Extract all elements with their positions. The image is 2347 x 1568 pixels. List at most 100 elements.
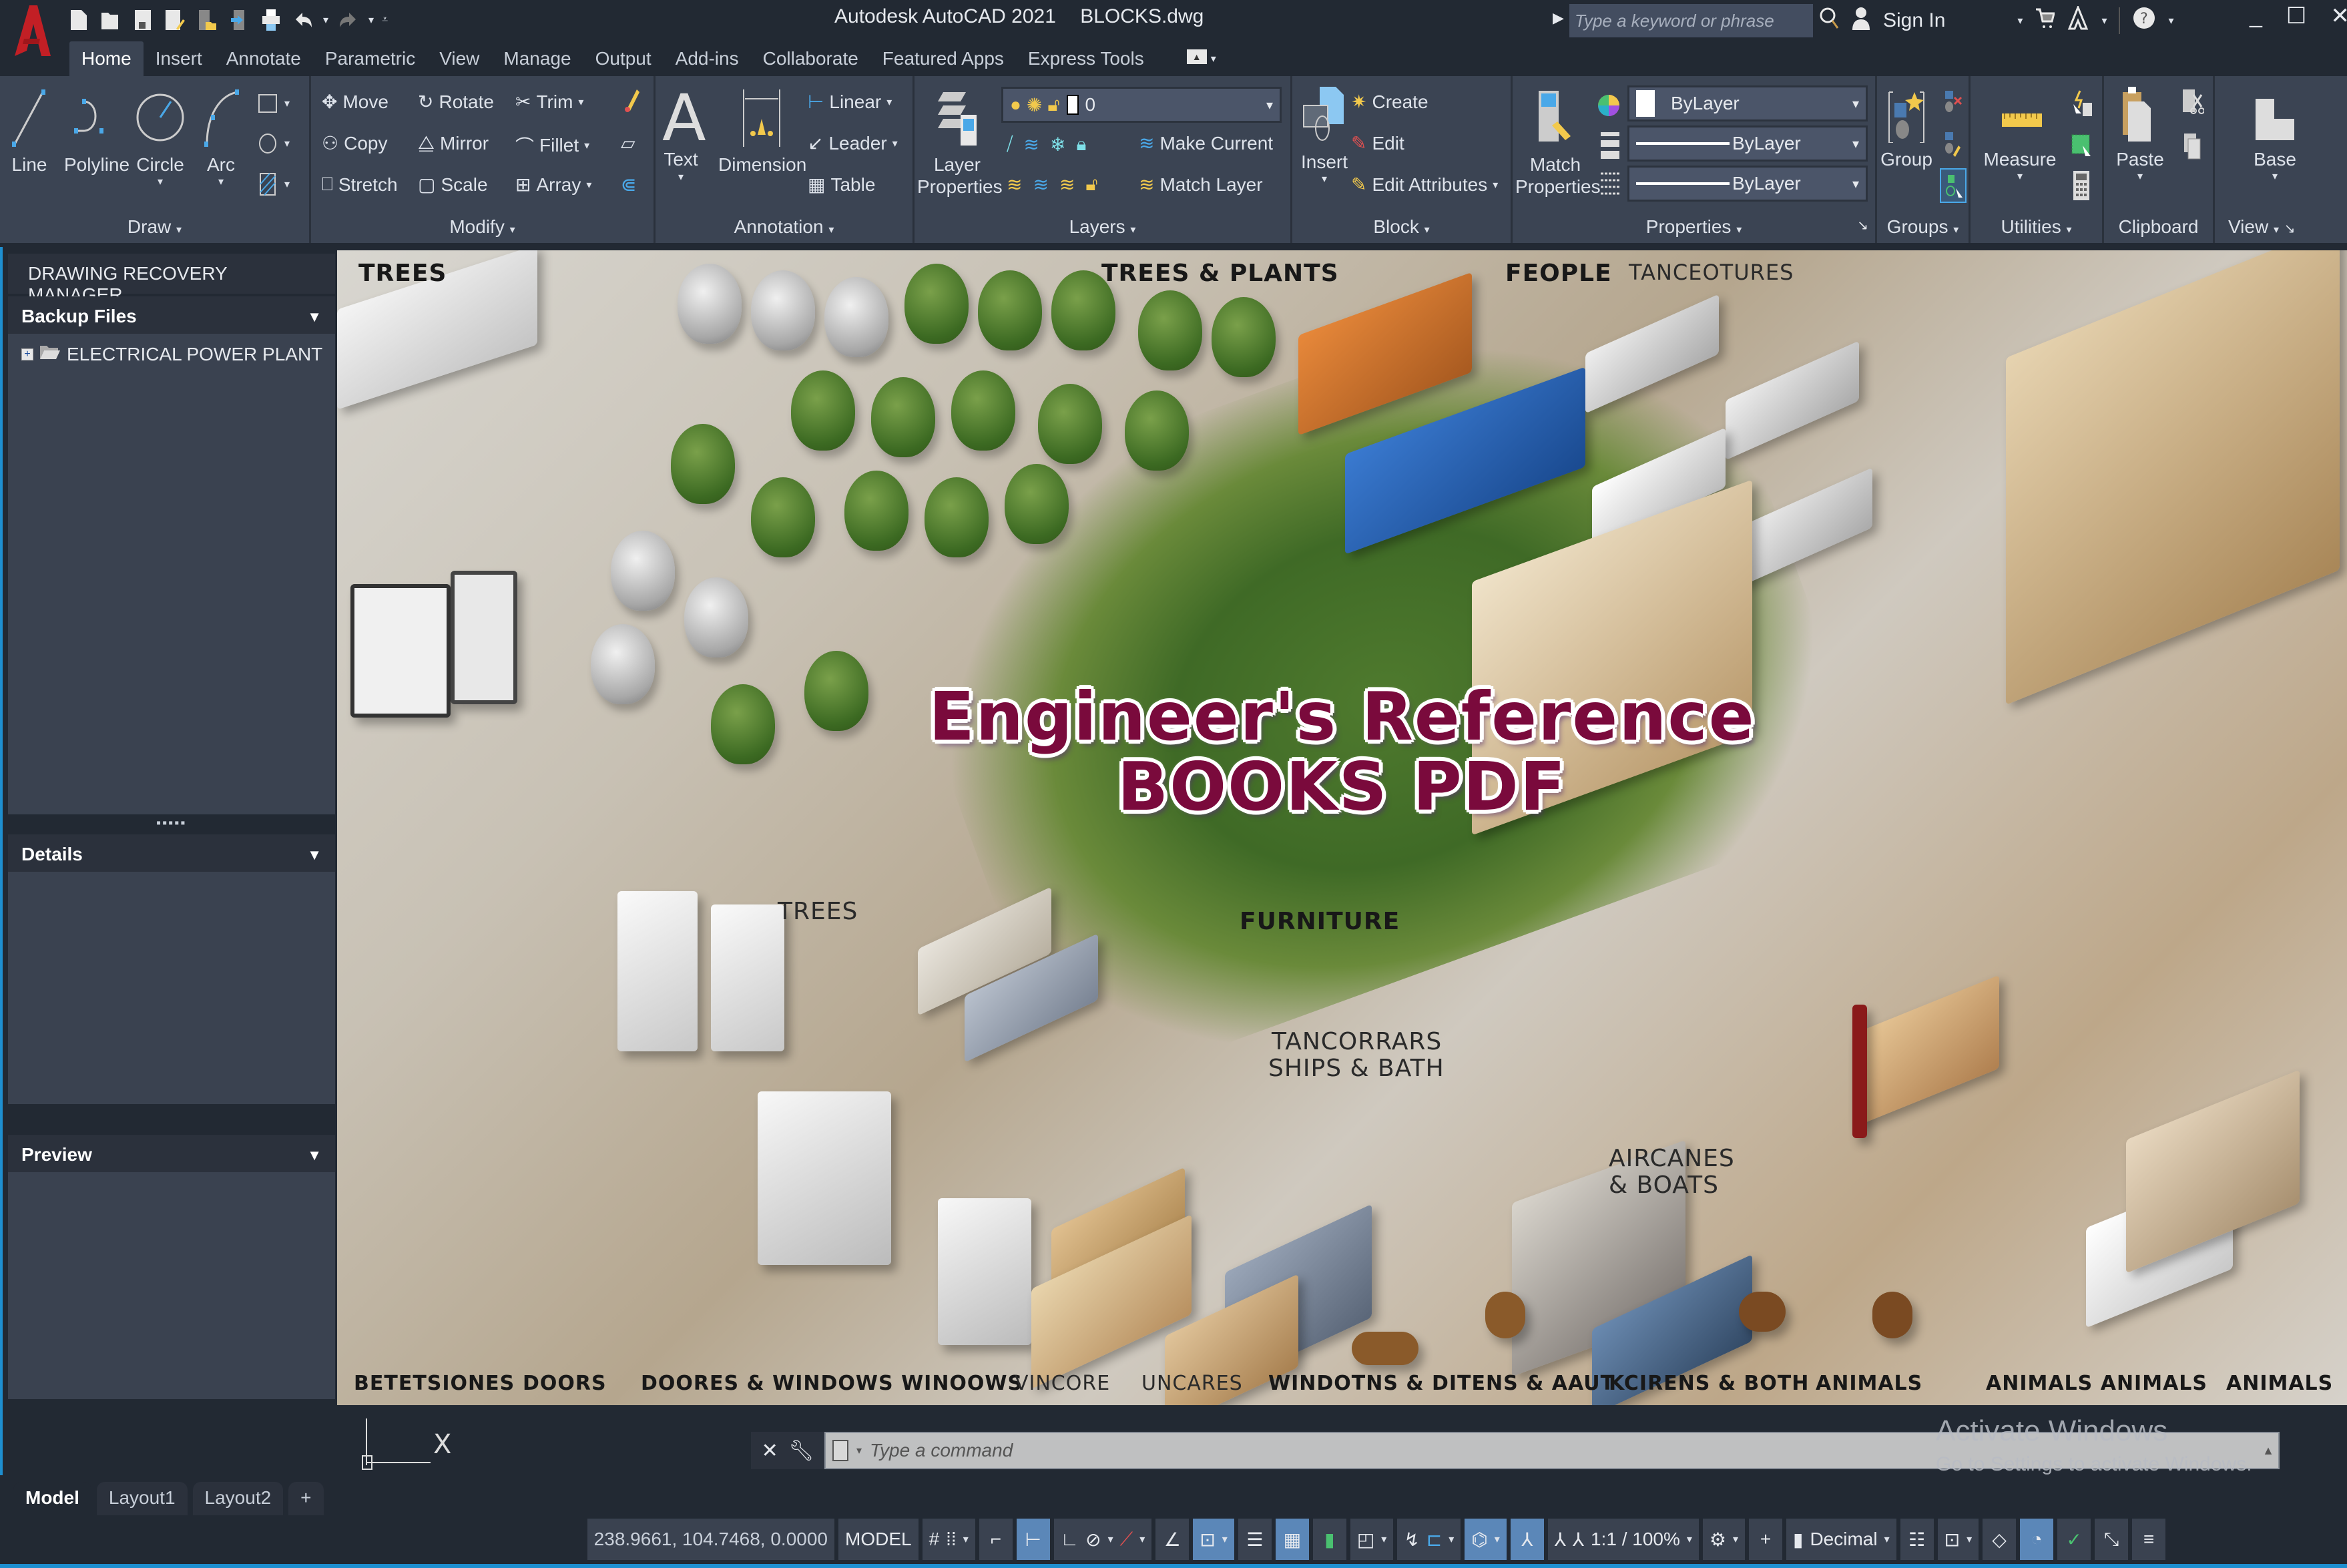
layer-properties-button[interactable]: Layer Properties [917,88,1003,198]
table-button[interactable]: ▦ Table [808,174,875,196]
properties-launcher-icon[interactable]: ↘ [1857,217,1868,234]
clean-screen-sync-button[interactable]: ✓ [2057,1519,2091,1560]
maximize-icon[interactable]: ☐ [2286,3,2306,29]
layer-dropdown[interactable]: ● ✺ 🔓︎ 0 ▾ [1001,87,1282,123]
save-as-icon[interactable] [163,7,187,33]
sign-in-link[interactable]: Sign In [1883,9,1945,32]
base-view-button[interactable]: Base ▾ [2242,96,2308,183]
copy-button[interactable]: ⚇ Copy [322,132,387,154]
tree-item-electrical-power-plant[interactable]: + ELECTRICAL POWER PLANT [21,343,322,365]
layer-thaw-all-icon[interactable]: ≋ [1059,174,1075,196]
close-icon[interactable]: ✕ [2330,3,2347,29]
tab-collaborate[interactable]: Collaborate [751,41,870,76]
tab-parametric[interactable]: Parametric [313,41,427,76]
redo-icon[interactable] [336,7,360,33]
clipboard-panel-label[interactable]: Clipboard [2104,216,2213,238]
view-panel-label[interactable]: View ▾ ↘ [2215,216,2347,238]
make-current-button[interactable]: ≋ Make Current [1139,132,1273,154]
erase-button[interactable] [621,88,641,115]
hatch-button[interactable]: ▾ [256,171,290,198]
sign-in-dropdown-icon[interactable]: ▾ [2017,14,2023,27]
tab-output[interactable]: Output [583,41,664,76]
layer-on-all-icon[interactable]: ≋ [1007,174,1022,196]
insert-button[interactable]: Insert ▾ [1298,85,1351,186]
minimize-icon[interactable]: _ [2250,3,2262,29]
osnap-toggle[interactable]: ∠ [1155,1519,1190,1560]
coordinates-readout[interactable]: 238.9661, 104.7468, 0.0000 [587,1519,834,1560]
command-prompt-icon[interactable] [832,1440,848,1461]
block-panel-label[interactable]: Block ▾ [1292,216,1511,238]
open-file-icon[interactable] [99,7,123,33]
open-from-web-icon[interactable] [195,7,219,33]
tab-insert[interactable]: Insert [144,41,214,76]
clean-screen-button[interactable]: ⤡ [2095,1519,2129,1560]
customize-command-line-icon[interactable]: 🔧︎ [788,1439,814,1463]
annotation-scale-group[interactable]: ⅄ ⅄ 1:1 / 100% ▾ [1547,1519,1699,1560]
save-icon[interactable] [131,7,155,33]
hardware-acceleration-toggle[interactable]: ◔ [2020,1519,2054,1560]
scale-button[interactable]: ▢ Scale [418,174,488,196]
ribbon-options-dropdown-icon[interactable]: ▾ [1211,52,1216,76]
minimize-ribbon-button[interactable]: ▲ [1186,49,1207,64]
tab-featured-apps[interactable]: Featured Apps [870,41,1016,76]
lineweight-toggle[interactable]: ☰ [1238,1519,1272,1560]
help-dropdown-icon[interactable]: ▾ [2168,14,2173,27]
expand-icon[interactable]: + [21,348,33,360]
create-block-button[interactable]: ✷ Create [1351,91,1428,113]
cut-icon[interactable] [2180,88,2205,121]
groups-panel-label[interactable]: Groups ▾ [1877,216,1969,238]
user-icon[interactable] [1851,6,1871,35]
annotation-panel-label[interactable]: Annotation ▾ [656,216,912,238]
help-icon[interactable]: ? [2132,6,2156,35]
lineweight-dropdown[interactable]: ByLayer ▾ [1627,125,1868,162]
copy-clip-icon[interactable] [2183,132,2203,165]
tab-manage[interactable]: Manage [491,41,583,76]
tab-view[interactable]: View [427,41,491,76]
edit-attributes-button[interactable]: ✎ Edit Attributes ▾ [1351,174,1498,196]
gizmo-toggle[interactable]: ⌬ ▾ [1465,1519,1507,1560]
paste-button[interactable]: Paste ▾ [2113,85,2167,183]
tab-add-ins[interactable]: Add-ins [664,41,751,76]
preview-header[interactable]: Preview ▼ [8,1135,335,1175]
customize-qat-icon[interactable]: ⩡ [382,14,388,26]
undo-icon[interactable] [291,7,315,33]
layers-panel-label[interactable]: Layers ▾ [915,216,1290,238]
polyline-button[interactable]: Polyline [64,88,129,176]
grid-toggle[interactable]: # ⁞⁞ ▾ [922,1519,975,1560]
annotation-visibility-toggle[interactable]: ⅄ [1510,1519,1544,1560]
isolate-objects-button[interactable]: ◇ [1983,1519,2017,1560]
arc-dropdown-icon[interactable]: ▾ [198,176,244,188]
layer-freeze-icon[interactable]: ❄ [1050,134,1065,156]
ungroup-icon[interactable] [1942,88,1963,118]
arc-button[interactable]: Arc ▾ [198,88,244,188]
text-button[interactable]: A Text ▾ [662,86,706,184]
fillet-button[interactable]: ⌒ Fillet ▾ [515,132,589,159]
explode-button[interactable]: ▱ [621,132,635,154]
linear-button[interactable]: ⊢ Linear ▾ [808,91,892,113]
utilities-panel-label[interactable]: Utilities ▾ [1971,216,2102,238]
undo-dropdown-icon[interactable]: ▾ [323,13,328,27]
recent-commands-dropdown-icon[interactable]: ▾ [856,1444,862,1457]
tab-home[interactable]: Home [69,41,144,76]
circle-button[interactable]: Circle ▾ [134,88,187,188]
close-command-line-icon[interactable]: ✕ [762,1439,778,1463]
match-properties-button[interactable]: Match Properties [1515,88,1601,198]
transparency-toggle[interactable]: ▦ [1275,1519,1309,1560]
circle-dropdown-icon[interactable]: ▾ [134,176,187,188]
selection-cycling-toggle[interactable]: ▮ [1312,1519,1346,1560]
dynamic-input-toggle[interactable]: ⊢ [1016,1519,1050,1560]
dimension-button[interactable]: Dimension [718,88,806,176]
linetype-dropdown[interactable]: ByLayer ▾ [1627,166,1868,202]
select-all-icon[interactable] [2071,132,2095,165]
mirror-button[interactable]: ⧋ Mirror [418,132,489,154]
calculator-icon[interactable] [2072,170,2091,205]
tab-express-tools[interactable]: Express Tools [1016,41,1156,76]
workspace-switching-button[interactable]: ⚙ ▾ [1702,1519,1746,1560]
units-dropdown[interactable]: ▮ Decimal ▾ [1786,1519,1896,1560]
layer-unlock-all-icon[interactable]: 🔓︎ [1085,174,1097,196]
model-space-button[interactable]: MODEL [838,1519,919,1560]
lock-ui-button[interactable]: ⊡ ▾ [1937,1519,1979,1560]
tab-model[interactable]: Model [13,1482,91,1515]
ortho-polar-toggles[interactable]: ∟ ⊘ ▾ ⟋ ▾ [1053,1519,1152,1560]
splitter-grip[interactable]: ▪▪▪▪▪ [156,816,186,831]
